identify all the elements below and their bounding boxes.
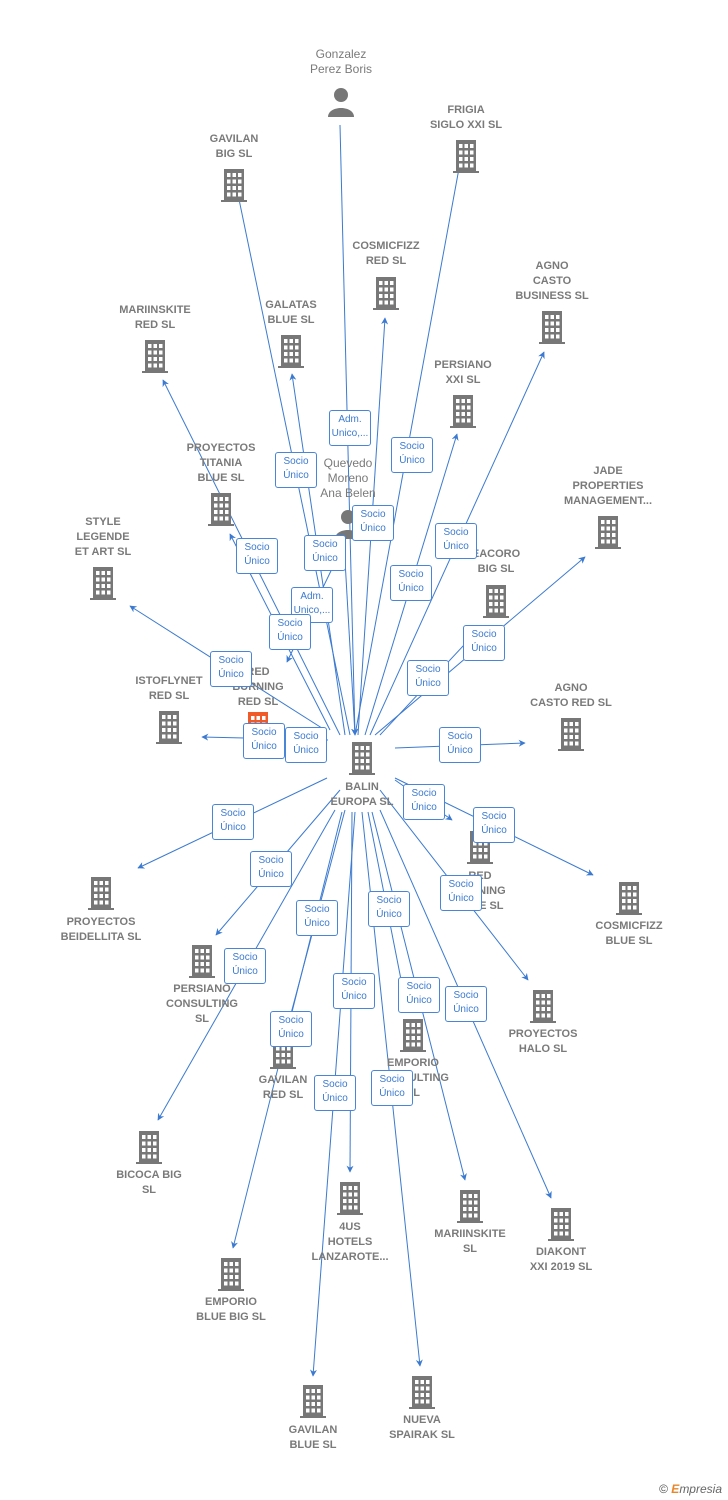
building-icon[interactable] bbox=[185, 943, 219, 979]
node-label[interactable]: 4US HOTELS LANZAROTE... bbox=[285, 1220, 415, 1265]
edge-label-badge[interactable]: Socio Único bbox=[391, 437, 433, 473]
building-icon[interactable] bbox=[544, 1206, 578, 1242]
node-label[interactable]: PROYECTOS TITANIA BLUE SL bbox=[156, 441, 286, 486]
edge-label-badge[interactable]: Socio Único bbox=[445, 986, 487, 1022]
building-icon[interactable] bbox=[535, 309, 569, 345]
node-label[interactable]: DIAKONT XXI 2019 SL bbox=[496, 1245, 626, 1275]
node-label[interactable]: NUEVA SPAIRAK SL bbox=[357, 1413, 487, 1443]
edge-label-badge[interactable]: Socio Único bbox=[270, 1011, 312, 1047]
edge-label-badge[interactable]: Socio Único bbox=[243, 723, 285, 759]
building-icon[interactable] bbox=[132, 1129, 166, 1165]
building-icon[interactable] bbox=[274, 333, 308, 369]
edge-label-badge[interactable]: Socio Único bbox=[333, 973, 375, 1009]
building-icon[interactable] bbox=[526, 988, 560, 1024]
building-icon[interactable] bbox=[217, 167, 251, 203]
edge-label-badge[interactable]: Socio Único bbox=[352, 505, 394, 541]
edge-label-badge[interactable]: Socio Único bbox=[439, 727, 481, 763]
edge-label-badge[interactable]: Adm. Unico,... bbox=[329, 410, 371, 446]
edge-label-badge[interactable]: Socio Único bbox=[224, 948, 266, 984]
building-icon[interactable] bbox=[479, 583, 513, 619]
edge-label-badge[interactable]: Socio Único bbox=[473, 807, 515, 843]
edge-line bbox=[344, 559, 359, 736]
edge-label-badge[interactable]: Socio Único bbox=[210, 651, 252, 687]
node-label[interactable]: PERSIANO XXI SL bbox=[398, 358, 528, 388]
edge-label-badge[interactable]: Socio Único bbox=[440, 875, 482, 911]
building-icon[interactable] bbox=[84, 875, 118, 911]
edge-label-badge[interactable]: Socio Único bbox=[250, 851, 292, 887]
node-label[interactable]: PROYECTOS HALO SL bbox=[478, 1027, 608, 1057]
edge-label-badge[interactable]: Socio Único bbox=[304, 535, 346, 571]
node-label[interactable]: BICOCA BIG SL bbox=[84, 1168, 214, 1198]
edge-label-badge[interactable]: Socio Único bbox=[407, 660, 449, 696]
building-icon[interactable] bbox=[345, 740, 379, 776]
edge-label-badge[interactable]: Socio Único bbox=[368, 891, 410, 927]
node-label[interactable]: GALATAS BLUE SL bbox=[226, 298, 356, 328]
building-icon[interactable] bbox=[333, 1180, 367, 1216]
building-icon[interactable] bbox=[204, 491, 238, 527]
edge-label-badge[interactable]: Socio Único bbox=[236, 538, 278, 574]
node-label[interactable]: PERSIANO CONSULTING SL bbox=[137, 982, 267, 1027]
edge-label-badge[interactable]: Socio Único bbox=[275, 452, 317, 488]
brand-name: mpresia bbox=[679, 1482, 722, 1496]
building-icon[interactable] bbox=[86, 565, 120, 601]
edge-label-badge[interactable]: Socio Único bbox=[296, 900, 338, 936]
building-icon[interactable] bbox=[453, 1188, 487, 1224]
node-label[interactable]: COSMICFIZZ RED SL bbox=[321, 239, 451, 269]
footer-brand[interactable]: © Empresia bbox=[659, 1482, 722, 1496]
node-label[interactable]: Gonzalez Perez Boris bbox=[276, 47, 406, 77]
copyright-symbol: © bbox=[659, 1482, 668, 1496]
node-label[interactable]: EMPORIO BLUE BIG SL bbox=[166, 1295, 296, 1325]
building-icon[interactable] bbox=[214, 1256, 248, 1292]
building-icon[interactable] bbox=[396, 1017, 430, 1053]
edge-label-badge[interactable]: Socio Único bbox=[463, 625, 505, 661]
person-icon[interactable] bbox=[324, 85, 358, 121]
building-icon[interactable] bbox=[612, 880, 646, 916]
edge-label-badge[interactable]: Socio Único bbox=[371, 1070, 413, 1106]
node-label[interactable]: FRIGIA SIGLO XXI SL bbox=[401, 103, 531, 133]
building-icon[interactable] bbox=[152, 709, 186, 745]
building-icon[interactable] bbox=[405, 1374, 439, 1410]
edge-label-badge[interactable]: Socio Único bbox=[269, 614, 311, 650]
node-label[interactable]: AGNO CASTO RED SL bbox=[506, 681, 636, 711]
building-icon[interactable] bbox=[554, 716, 588, 752]
node-label[interactable]: AGNO CASTO BUSINESS SL bbox=[487, 259, 617, 304]
edge-label-badge[interactable]: Socio Único bbox=[403, 784, 445, 820]
edge-label-badge[interactable]: Socio Único bbox=[285, 727, 327, 763]
edge-label-badge[interactable]: Socio Único bbox=[398, 977, 440, 1013]
edge-label-badge[interactable]: Socio Único bbox=[435, 523, 477, 559]
node-label[interactable]: MARIINSKITE RED SL bbox=[90, 303, 220, 333]
node-label[interactable]: GAVILAN BIG SL bbox=[169, 132, 299, 162]
node-label[interactable]: JADE PROPERTIES MANAGEMENT... bbox=[543, 464, 673, 509]
node-label[interactable]: STYLE LEGENDE ET ART SL bbox=[38, 515, 168, 560]
building-icon[interactable] bbox=[369, 275, 403, 311]
building-icon[interactable] bbox=[591, 514, 625, 550]
building-icon[interactable] bbox=[449, 138, 483, 174]
building-icon[interactable] bbox=[138, 338, 172, 374]
edge-label-badge[interactable]: Socio Único bbox=[212, 804, 254, 840]
edge-label-badge[interactable]: Socio Único bbox=[314, 1075, 356, 1111]
building-icon[interactable] bbox=[446, 393, 480, 429]
edge-label-badge[interactable]: Socio Único bbox=[390, 565, 432, 601]
node-label[interactable]: PROYECTOS BEIDELLITA SL bbox=[36, 915, 166, 945]
node-label[interactable]: EMPORIO CONSULTING SL bbox=[348, 1056, 478, 1101]
building-icon[interactable] bbox=[296, 1383, 330, 1419]
node-label[interactable]: COSMICFIZZ BLUE SL bbox=[564, 919, 694, 949]
